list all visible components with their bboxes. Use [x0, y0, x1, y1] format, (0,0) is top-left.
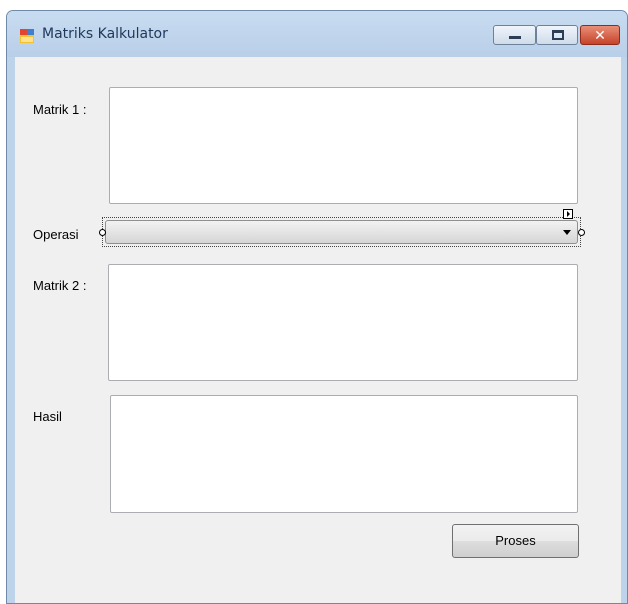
- maximize-button[interactable]: [536, 25, 578, 45]
- app-icon: [20, 29, 34, 43]
- process-button[interactable]: Proses: [452, 524, 579, 558]
- smart-tag-icon[interactable]: [563, 209, 573, 219]
- resize-handle-left[interactable]: [99, 229, 106, 236]
- matrix1-label: Matrik 1 :: [33, 102, 87, 117]
- chevron-down-icon: [563, 230, 571, 235]
- window-title: Matriks Kalkulator: [42, 26, 168, 42]
- app-window: Matriks Kalkulator ✕ Matrik 1 : Operasi …: [6, 10, 628, 604]
- minimize-button[interactable]: [493, 25, 536, 45]
- result-textbox[interactable]: [110, 395, 578, 513]
- minimize-icon: [509, 36, 521, 39]
- title-bar[interactable]: Matriks Kalkulator ✕: [7, 11, 627, 57]
- resize-handle-right[interactable]: [578, 229, 585, 236]
- result-label: Hasil: [33, 409, 62, 424]
- close-button[interactable]: ✕: [580, 25, 620, 45]
- matrix1-textbox[interactable]: [109, 87, 578, 204]
- form-client-area: Matrik 1 : Operasi Matrik 2 : Hasil Pros…: [15, 57, 621, 603]
- operation-combobox[interactable]: [105, 220, 578, 244]
- operation-label: Operasi: [33, 227, 79, 242]
- matrix2-label: Matrik 2 :: [33, 278, 87, 293]
- matrix2-textbox[interactable]: [108, 264, 578, 381]
- maximize-icon: [552, 30, 564, 40]
- close-icon: ✕: [594, 27, 606, 43]
